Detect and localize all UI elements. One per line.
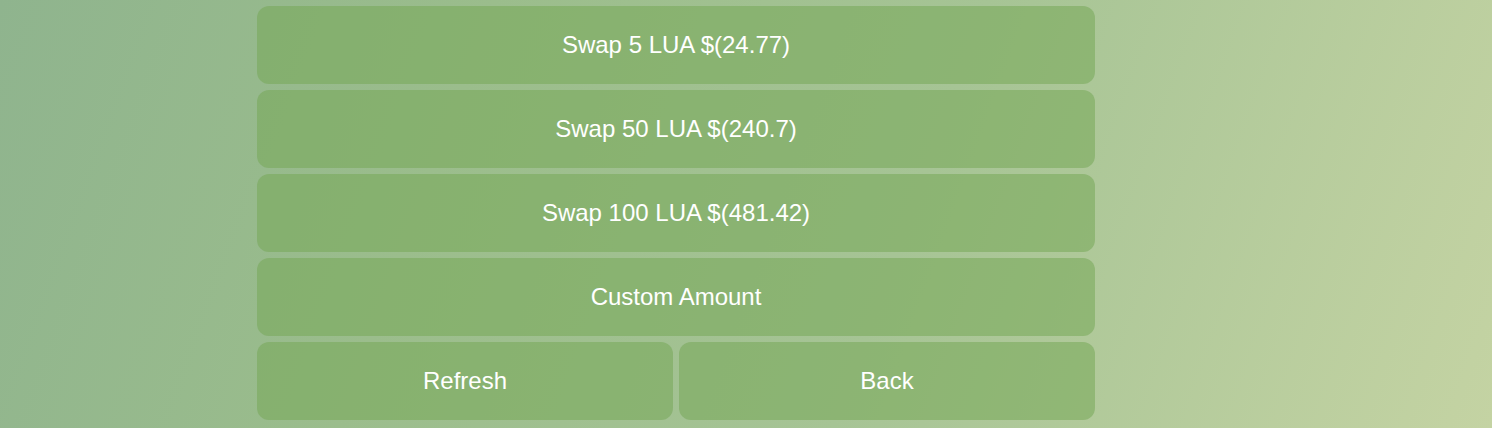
keyboard-button[interactable]: Swap 5 LUA $(24.77): [257, 6, 1095, 84]
keyboard-button[interactable]: Custom Amount: [257, 258, 1095, 336]
keyboard-button[interactable]: Refresh: [257, 342, 673, 420]
keyboard-button[interactable]: Swap 50 LUA $(240.7): [257, 90, 1095, 168]
keyboard-row: Swap 50 LUA $(240.7): [257, 90, 1095, 168]
keyboard-button[interactable]: Swap 100 LUA $(481.42): [257, 174, 1095, 252]
keyboard-row: Swap 100 LUA $(481.42): [257, 174, 1095, 252]
chat-background: Swap 5 LUA $(24.77)Swap 50 LUA $(240.7)S…: [0, 0, 1492, 428]
keyboard-row: Swap 5 LUA $(24.77): [257, 6, 1095, 84]
inline-keyboard: Swap 5 LUA $(24.77)Swap 50 LUA $(240.7)S…: [257, 6, 1095, 420]
keyboard-row: RefreshBack: [257, 342, 1095, 420]
keyboard-row: Custom Amount: [257, 258, 1095, 336]
keyboard-button[interactable]: Back: [679, 342, 1095, 420]
